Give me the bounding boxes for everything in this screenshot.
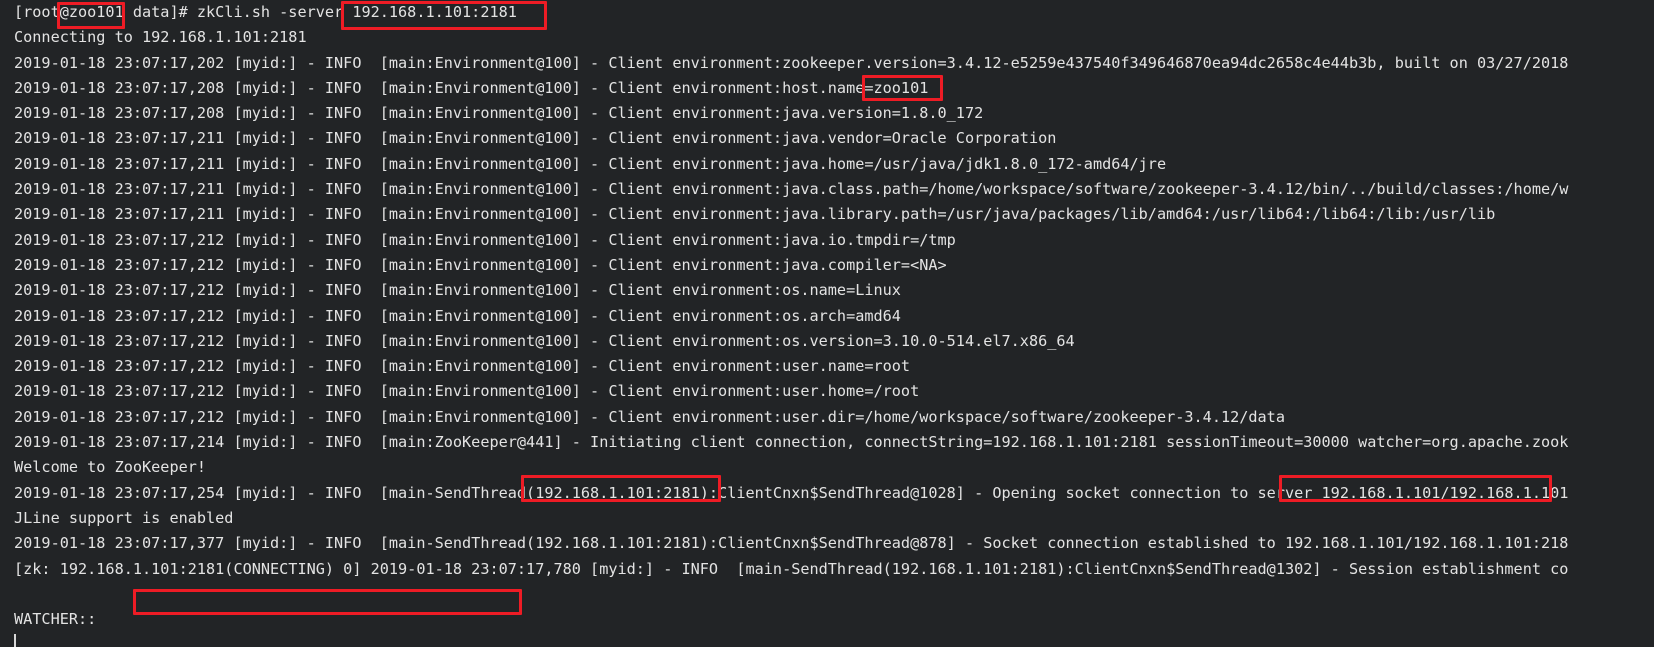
terminal-line: 2019-01-18 23:07:17,212 [myid:] - INFO […	[14, 331, 1075, 350]
terminal-line: Connecting to 192.168.1.101:2181	[14, 28, 307, 47]
terminal-line: 2019-01-18 23:07:17,211 [myid:] - INFO […	[14, 205, 1496, 224]
terminal-line: 2019-01-18 23:07:17,211 [myid:] - INFO […	[14, 129, 1057, 148]
terminal-line: WATCHER::	[14, 610, 97, 629]
terminal-line: 2019-01-18 23:07:17,211 [myid:] - INFO […	[14, 180, 1569, 199]
terminal-line: 2019-01-18 23:07:17,254 [myid:] - INFO […	[14, 483, 1569, 502]
terminal-line: 2019-01-18 23:07:17,212 [myid:] - INFO […	[14, 306, 901, 325]
terminal-line: 2019-01-18 23:07:17,212 [myid:] - INFO […	[14, 382, 920, 401]
terminal-output: [root@zoo101 data]# zkCli.sh -server 192…	[14, 0, 1654, 647]
terminal-line: JLine support is enabled	[14, 508, 234, 527]
terminal-line: 2019-01-18 23:07:17,212 [myid:] - INFO […	[14, 407, 1285, 426]
terminal-line: 2019-01-18 23:07:17,377 [myid:] - INFO […	[14, 534, 1569, 553]
terminal-line: 2019-01-18 23:07:17,212 [myid:] - INFO […	[14, 281, 901, 300]
prompt-line: [root@zoo101 data]# zkCli.sh -server 192…	[14, 3, 517, 21]
terminal-cursor-line	[14, 632, 1654, 647]
terminal-line: 2019-01-18 23:07:17,208 [myid:] - INFO […	[14, 104, 984, 123]
terminal-line: 2019-01-18 23:07:17,212 [myid:] - INFO […	[14, 357, 911, 376]
terminal-window[interactable]: [root@zoo101 data]# zkCli.sh -server 192…	[0, 0, 1654, 647]
terminal-line: 2019-01-18 23:07:17,202 [myid:] - INFO […	[14, 53, 1569, 72]
terminal-line: 2019-01-18 23:07:17,211 [myid:] - INFO […	[14, 154, 1167, 173]
terminal-line: [zk: 192.168.1.101:2181(CONNECTING) 0] 2…	[14, 559, 1569, 578]
text-cursor	[14, 634, 16, 647]
terminal-line: Welcome to ZooKeeper!	[14, 458, 207, 477]
terminal-line: 2019-01-18 23:07:17,214 [myid:] - INFO […	[14, 433, 1569, 452]
terminal-line: 2019-01-18 23:07:17,212 [myid:] - INFO […	[14, 230, 956, 249]
terminal-line: 2019-01-18 23:07:17,212 [myid:] - INFO […	[14, 255, 947, 274]
terminal-line: 2019-01-18 23:07:17,208 [myid:] - INFO […	[14, 78, 929, 97]
